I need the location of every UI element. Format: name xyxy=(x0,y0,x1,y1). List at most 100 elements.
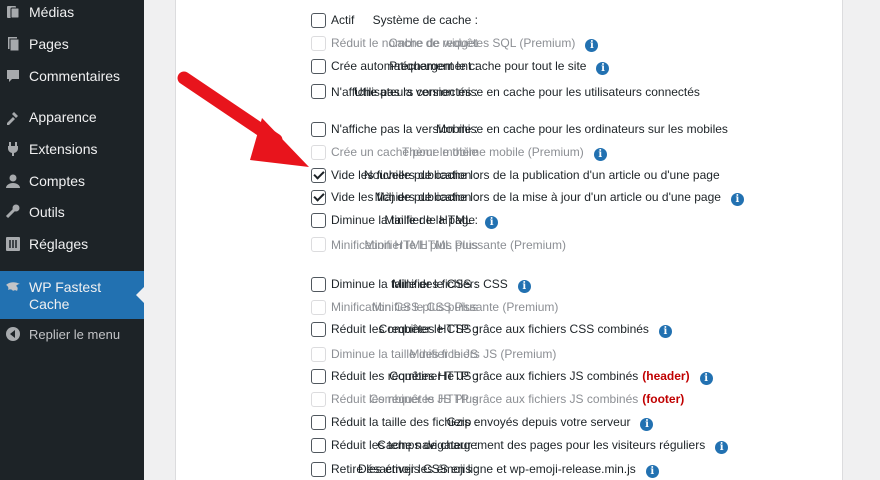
setting-checkbox xyxy=(311,347,326,362)
sidebar-item-label: Médias xyxy=(29,4,75,20)
setting-description: Crée automatiquement le cache pour tout … xyxy=(331,58,610,75)
settings-panel: Système de cache : Actif Cache de widget Ré… xyxy=(175,0,843,480)
setting-description: N'affiche pas la version mise en cache p… xyxy=(331,121,728,137)
setting-description-text: Diminue la taille des fichiers JS (Premi… xyxy=(331,347,557,361)
sidebar-item-apparence[interactable]: Apparence xyxy=(0,101,144,133)
setting-description: Réduit le nombre de requêtes SQL (Premiu… xyxy=(331,35,599,52)
setting-description-text: Vide les fichiers de cache lors de la pu… xyxy=(331,168,720,182)
info-icon[interactable]: i xyxy=(715,441,729,454)
sidebar-item-label: Extensions xyxy=(29,141,98,157)
appearance-icon xyxy=(7,112,18,125)
setting-checkbox[interactable] xyxy=(311,59,326,74)
setting-description-text: Actif xyxy=(331,13,355,27)
setting-description-text: Crée un cache pour le thème mobile (Prem… xyxy=(331,145,584,159)
info-icon[interactable]: i xyxy=(699,372,713,385)
setting-checkbox[interactable] xyxy=(311,168,326,183)
setting-description: Réduit les temps de chargement des pages… xyxy=(331,437,729,454)
sidebar-item-label: WP Fastest Cache xyxy=(29,279,102,312)
setting-checkbox xyxy=(311,145,326,160)
setting-description: Minification CSS plus puissante (Premium… xyxy=(331,299,558,315)
setting-checkbox[interactable] xyxy=(311,13,326,28)
setting-checkbox xyxy=(311,237,326,252)
users-icon xyxy=(6,174,20,188)
setting-description-text: Réduit la taille des fichiers envoyés de… xyxy=(331,415,631,429)
setting-checkbox xyxy=(311,36,326,51)
setting-tag: (footer) xyxy=(642,392,685,406)
setting-description-text: Réduit les requêtes HTTP grâce aux fichi… xyxy=(331,322,649,336)
setting-checkbox[interactable] xyxy=(311,438,326,453)
sidebar-item-comptes[interactable]: Comptes xyxy=(0,165,144,197)
collapse-icon xyxy=(6,327,20,341)
info-icon[interactable]: i xyxy=(485,216,499,229)
setting-description: Vide les fichiers de cache lors de la pu… xyxy=(331,167,720,183)
setting-checkbox[interactable] xyxy=(311,84,326,99)
setting-description: Retire les émojis CSS en ligne et wp-emo… xyxy=(331,461,659,478)
setting-description: Diminue la taille des fichiers JS (Premi… xyxy=(331,346,556,362)
setting-checkbox[interactable] xyxy=(311,415,326,430)
setting-description: Diminue la taille des fichiers CSS i xyxy=(331,276,531,293)
setting-checkbox[interactable] xyxy=(311,190,326,205)
setting-description-text: Minification HTML plus puissante (Premiu… xyxy=(331,238,566,252)
setting-checkbox[interactable] xyxy=(311,462,326,477)
sidebar-item-outils[interactable]: Outils xyxy=(0,196,144,228)
info-icon[interactable]: i xyxy=(596,62,610,75)
sidebar-item-reglages[interactable]: Réglages xyxy=(0,228,144,260)
setting-description: Diminue la taille de la page i xyxy=(331,212,499,229)
setting-description: Réduit les requêtes HTTP grâce aux fichi… xyxy=(331,321,672,338)
setting-description: Actif xyxy=(331,12,354,28)
comments-icon xyxy=(7,70,19,82)
setting-checkbox[interactable] xyxy=(311,213,326,228)
admin-sidebar: Médias Pages Commentaires Apparence Exte… xyxy=(0,0,144,480)
setting-checkbox[interactable] xyxy=(311,122,326,137)
setting-description: Vide les fichiers de cache lors de la mi… xyxy=(331,189,744,206)
setting-description-text: Retire les émojis CSS en ligne et wp-emo… xyxy=(331,462,636,476)
sidebar-item-label: Comptes xyxy=(29,173,86,189)
setting-description-text: Réduit les requêtes HTTP grâce aux fichi… xyxy=(331,392,639,406)
setting-checkbox[interactable] xyxy=(311,369,326,384)
setting-description-text: Crée automatiquement le cache pour tout … xyxy=(331,59,587,73)
sidebar-item-label: Réglages xyxy=(29,236,89,252)
setting-description-text: Réduit les temps de chargement des pages… xyxy=(331,438,706,452)
sidebar-item-label: Apparence xyxy=(29,109,97,125)
info-icon[interactable]: i xyxy=(517,280,531,293)
info-icon[interactable]: i xyxy=(585,39,599,52)
setting-description: Minification HTML plus puissante (Premiu… xyxy=(331,237,566,253)
setting-checkbox[interactable] xyxy=(311,322,326,337)
tools-icon xyxy=(5,204,20,219)
media-icon xyxy=(7,6,20,19)
setting-description: Réduit la taille des fichiers envoyés de… xyxy=(331,414,654,431)
sidebar-item-pages[interactable]: Pages xyxy=(0,28,144,60)
sidebar-item-label: Pages xyxy=(29,36,69,52)
setting-checkbox xyxy=(311,392,326,407)
setting-description: Réduit les requêtes HTTP grâce aux fichi… xyxy=(331,368,713,385)
setting-checkbox[interactable] xyxy=(311,277,326,292)
setting-description-text: Diminue la taille de la page xyxy=(331,213,476,227)
setting-description-text: Minification CSS plus puissante (Premium… xyxy=(331,300,559,314)
setting-label: Système de cache : xyxy=(372,13,478,27)
setting-description-text: N'affiche pas la version mise en cache p… xyxy=(331,85,700,99)
sidebar-item-medias[interactable]: Médias xyxy=(0,0,144,28)
info-icon[interactable]: i xyxy=(658,325,672,338)
setting-tag: (header) xyxy=(642,369,690,383)
setting-checkbox xyxy=(311,300,326,315)
setting-description-text: Réduit les requêtes HTTP grâce aux fichi… xyxy=(331,369,639,383)
setting-description-text: Vide les fichiers de cache lors de la mi… xyxy=(331,190,721,204)
setting-description-text: Diminue la taille des fichiers CSS xyxy=(331,277,508,291)
info-icon[interactable]: i xyxy=(730,193,744,206)
info-icon[interactable]: i xyxy=(645,465,659,478)
info-icon[interactable]: i xyxy=(640,418,654,431)
sidebar-item-commentaires[interactable]: Commentaires xyxy=(0,60,144,92)
setting-description: N'affiche pas la version mise en cache p… xyxy=(331,84,700,100)
setting-description: Crée un cache pour le thème mobile (Prem… xyxy=(331,144,607,161)
sidebar-item-wp-fastest-cache[interactable]: WP Fastest Cache xyxy=(0,271,144,319)
sidebar-item-label: Commentaires xyxy=(29,68,121,84)
sidebar-item-label: Outils xyxy=(29,204,65,220)
setting-description-text: Réduit le nombre de requêtes SQL (Premiu… xyxy=(331,36,576,50)
pages-icon xyxy=(8,37,20,52)
setting-description-text: N'affiche pas la version mise en cache p… xyxy=(331,122,728,136)
collapse-menu-button[interactable]: Replier le menu xyxy=(0,318,144,350)
sidebar-item-extensions[interactable]: Extensions xyxy=(0,133,144,165)
wpfc-icon xyxy=(6,282,20,291)
info-icon[interactable]: i xyxy=(593,148,607,161)
collapse-label: Replier le menu xyxy=(29,326,121,342)
